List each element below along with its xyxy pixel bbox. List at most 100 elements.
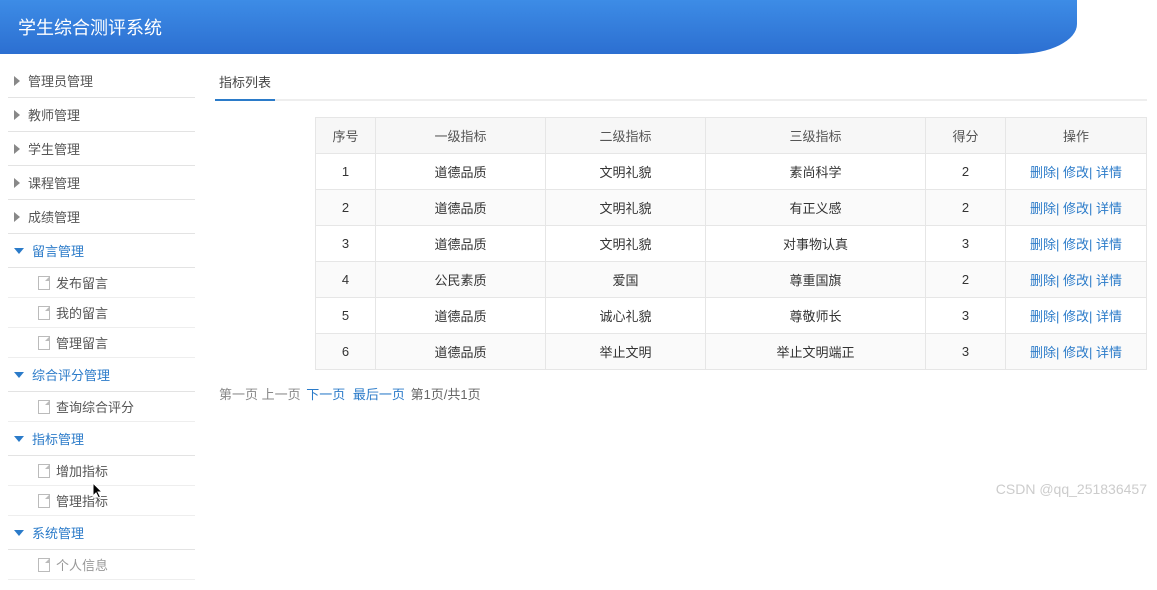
delete-link[interactable]: 删除	[1030, 201, 1056, 216]
detail-link[interactable]: 详情	[1096, 201, 1122, 216]
cell-l2: 文明礼貌	[546, 154, 706, 190]
cell-score: 2	[926, 190, 1006, 226]
cell-l1: 道德品质	[376, 298, 546, 334]
cell-l3: 对事物认真	[706, 226, 926, 262]
sidebar-group-label: 指标管理	[32, 429, 84, 448]
chevron-right-icon	[14, 76, 20, 86]
cell-l3: 有正义感	[706, 190, 926, 226]
sidebar-group-label: 学生管理	[28, 139, 80, 158]
edit-link[interactable]: 修改	[1063, 237, 1089, 252]
delete-link[interactable]: 删除	[1030, 309, 1056, 324]
edit-link[interactable]: 修改	[1063, 345, 1089, 360]
sidebar-item-6-0[interactable]: 查询综合评分	[8, 392, 195, 422]
file-icon	[38, 558, 50, 572]
last-page-link[interactable]: 最后一页	[353, 387, 405, 402]
cell-actions: 删除| 修改| 详情	[1006, 190, 1147, 226]
chevron-down-icon	[14, 436, 24, 442]
delete-link[interactable]: 删除	[1030, 273, 1056, 288]
chevron-right-icon	[14, 178, 20, 188]
cell-l2: 文明礼貌	[546, 190, 706, 226]
sidebar-item-label: 增加指标	[56, 461, 108, 480]
cell-score: 3	[926, 298, 1006, 334]
cell-l1: 道德品质	[376, 154, 546, 190]
table-row: 2道德品质文明礼貌有正义感2删除| 修改| 详情	[316, 190, 1147, 226]
delete-link[interactable]: 删除	[1030, 165, 1056, 180]
main-content: 指标列表 序号一级指标二级指标三级指标得分操作 1道德品质文明礼貌素尚科学2删除…	[195, 54, 1157, 590]
cell-l3: 素尚科学	[706, 154, 926, 190]
sidebar-group-7[interactable]: 指标管理	[8, 422, 195, 456]
cell-seq: 1	[316, 154, 376, 190]
table-row: 1道德品质文明礼貌素尚科学2删除| 修改| 详情	[316, 154, 1147, 190]
cell-actions: 删除| 修改| 详情	[1006, 154, 1147, 190]
sidebar-item-5-1[interactable]: 我的留言	[8, 298, 195, 328]
edit-link[interactable]: 修改	[1063, 309, 1089, 324]
indicator-table: 序号一级指标二级指标三级指标得分操作 1道德品质文明礼貌素尚科学2删除| 修改|…	[315, 117, 1147, 370]
table-header-5: 操作	[1006, 118, 1147, 154]
chevron-down-icon	[14, 372, 24, 378]
first-page-link[interactable]: 第一页	[219, 387, 258, 402]
cell-l2: 举止文明	[546, 334, 706, 370]
cell-score: 2	[926, 154, 1006, 190]
detail-link[interactable]: 详情	[1096, 237, 1122, 252]
sidebar-group-1[interactable]: 教师管理	[8, 98, 195, 132]
delete-link[interactable]: 删除	[1030, 345, 1056, 360]
file-icon	[38, 306, 50, 320]
app-header: 学生综合测评系统	[0, 0, 1077, 54]
detail-link[interactable]: 详情	[1096, 345, 1122, 360]
cell-actions: 删除| 修改| 详情	[1006, 298, 1147, 334]
sidebar-group-5[interactable]: 留言管理	[8, 234, 195, 268]
sidebar-group-3[interactable]: 课程管理	[8, 166, 195, 200]
detail-link[interactable]: 详情	[1096, 309, 1122, 324]
file-icon	[38, 494, 50, 508]
sidebar-item-5-0[interactable]: 发布留言	[8, 268, 195, 298]
sidebar-group-label: 教师管理	[28, 105, 80, 124]
cell-actions: 删除| 修改| 详情	[1006, 226, 1147, 262]
table-row: 5道德品质诚心礼貌尊敬师长3删除| 修改| 详情	[316, 298, 1147, 334]
content-title-bar: 指标列表	[215, 64, 1147, 101]
edit-link[interactable]: 修改	[1063, 165, 1089, 180]
detail-link[interactable]: 详情	[1096, 273, 1122, 288]
sidebar-group-label: 留言管理	[32, 241, 84, 260]
cell-score: 3	[926, 226, 1006, 262]
table-header-0: 序号	[316, 118, 376, 154]
edit-link[interactable]: 修改	[1063, 273, 1089, 288]
sidebar-group-2[interactable]: 学生管理	[8, 132, 195, 166]
chevron-right-icon	[14, 212, 20, 222]
table-row: 3道德品质文明礼貌对事物认真3删除| 修改| 详情	[316, 226, 1147, 262]
chevron-right-icon	[14, 110, 20, 120]
sidebar-item-label: 个人信息	[56, 555, 108, 574]
cell-l2: 文明礼貌	[546, 226, 706, 262]
table-header-4: 得分	[926, 118, 1006, 154]
next-page-link[interactable]: 下一页	[306, 387, 345, 402]
sidebar-item-8-0[interactable]: 个人信息	[8, 550, 195, 580]
cell-seq: 2	[316, 190, 376, 226]
sidebar-item-7-0[interactable]: 增加指标	[8, 456, 195, 486]
prev-page-link[interactable]: 上一页	[262, 387, 301, 402]
cell-actions: 删除| 修改| 详情	[1006, 262, 1147, 298]
file-icon	[38, 464, 50, 478]
detail-link[interactable]: 详情	[1096, 165, 1122, 180]
cell-l1: 道德品质	[376, 226, 546, 262]
sidebar-group-label: 系统管理	[32, 523, 84, 542]
file-icon	[38, 400, 50, 414]
cell-seq: 4	[316, 262, 376, 298]
sidebar-item-5-2[interactable]: 管理留言	[8, 328, 195, 358]
pagination: 第一页 上一页 下一页 最后一页 第1页/共1页	[215, 370, 1147, 417]
chevron-down-icon	[14, 530, 24, 536]
delete-link[interactable]: 删除	[1030, 237, 1056, 252]
cell-seq: 3	[316, 226, 376, 262]
sidebar-item-label: 查询综合评分	[56, 397, 134, 416]
chevron-down-icon	[14, 248, 24, 254]
edit-link[interactable]: 修改	[1063, 201, 1089, 216]
sidebar-group-6[interactable]: 综合评分管理	[8, 358, 195, 392]
sidebar-group-0[interactable]: 管理员管理	[8, 64, 195, 98]
sidebar-group-label: 成绩管理	[28, 207, 80, 226]
table-row: 4公民素质爱国尊重国旗2删除| 修改| 详情	[316, 262, 1147, 298]
table-header-2: 二级指标	[546, 118, 706, 154]
sidebar: 管理员管理教师管理学生管理课程管理成绩管理留言管理发布留言我的留言管理留言综合评…	[0, 54, 195, 590]
app-title: 学生综合测评系统	[18, 18, 162, 38]
sidebar-item-label: 管理留言	[56, 333, 108, 352]
sidebar-group-8[interactable]: 系统管理	[8, 516, 195, 550]
sidebar-item-7-1[interactable]: 管理指标	[8, 486, 195, 516]
sidebar-group-4[interactable]: 成绩管理	[8, 200, 195, 234]
